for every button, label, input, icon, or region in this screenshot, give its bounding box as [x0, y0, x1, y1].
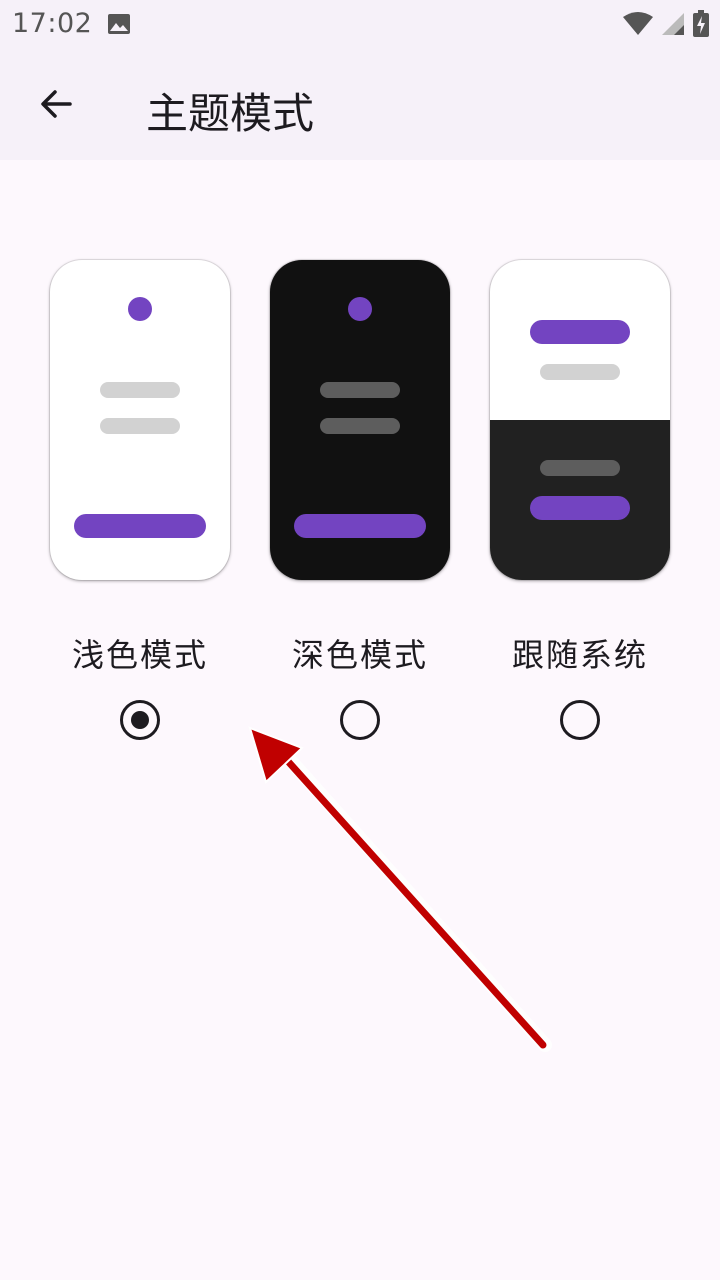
preview-text-line — [540, 364, 620, 380]
light-theme-preview-card[interactable] — [50, 260, 230, 580]
preview-text-line — [540, 460, 620, 476]
light-mode-label[interactable]: 浅色模式 — [30, 630, 250, 676]
page-title: 主题模式 — [146, 89, 315, 138]
status-time: 17:02 — [12, 8, 93, 39]
radio-selected-dot — [131, 711, 149, 729]
light-mode-radio[interactable] — [120, 700, 160, 740]
image-icon — [107, 12, 131, 40]
follow-system-label[interactable]: 跟随系统 — [470, 630, 690, 676]
arrow-back-icon — [38, 86, 74, 126]
dark-mode-label[interactable]: 深色模式 — [250, 630, 470, 676]
back-button[interactable] — [26, 78, 86, 134]
system-theme-preview-card[interactable] — [490, 260, 670, 580]
preview-text-line — [100, 418, 180, 434]
app-bar: 主题模式 — [0, 52, 720, 160]
cellular-signal-icon — [660, 11, 686, 41]
preview-button-bar — [74, 514, 206, 538]
battery-charging-icon — [692, 10, 710, 42]
dark-mode-radio[interactable] — [340, 700, 380, 740]
wifi-icon — [622, 11, 654, 41]
preview-button-bar — [530, 496, 630, 520]
preview-text-line — [320, 418, 400, 434]
preview-text-line — [100, 382, 180, 398]
preview-avatar-dot — [128, 297, 152, 321]
status-icons — [622, 10, 710, 42]
preview-button-bar — [294, 514, 426, 538]
status-bar: 17:02 — [0, 0, 720, 52]
follow-system-radio[interactable] — [560, 700, 600, 740]
preview-avatar-dot — [348, 297, 372, 321]
dark-theme-preview-card[interactable] — [270, 260, 450, 580]
preview-text-line — [320, 382, 400, 398]
preview-button-bar — [530, 320, 630, 344]
